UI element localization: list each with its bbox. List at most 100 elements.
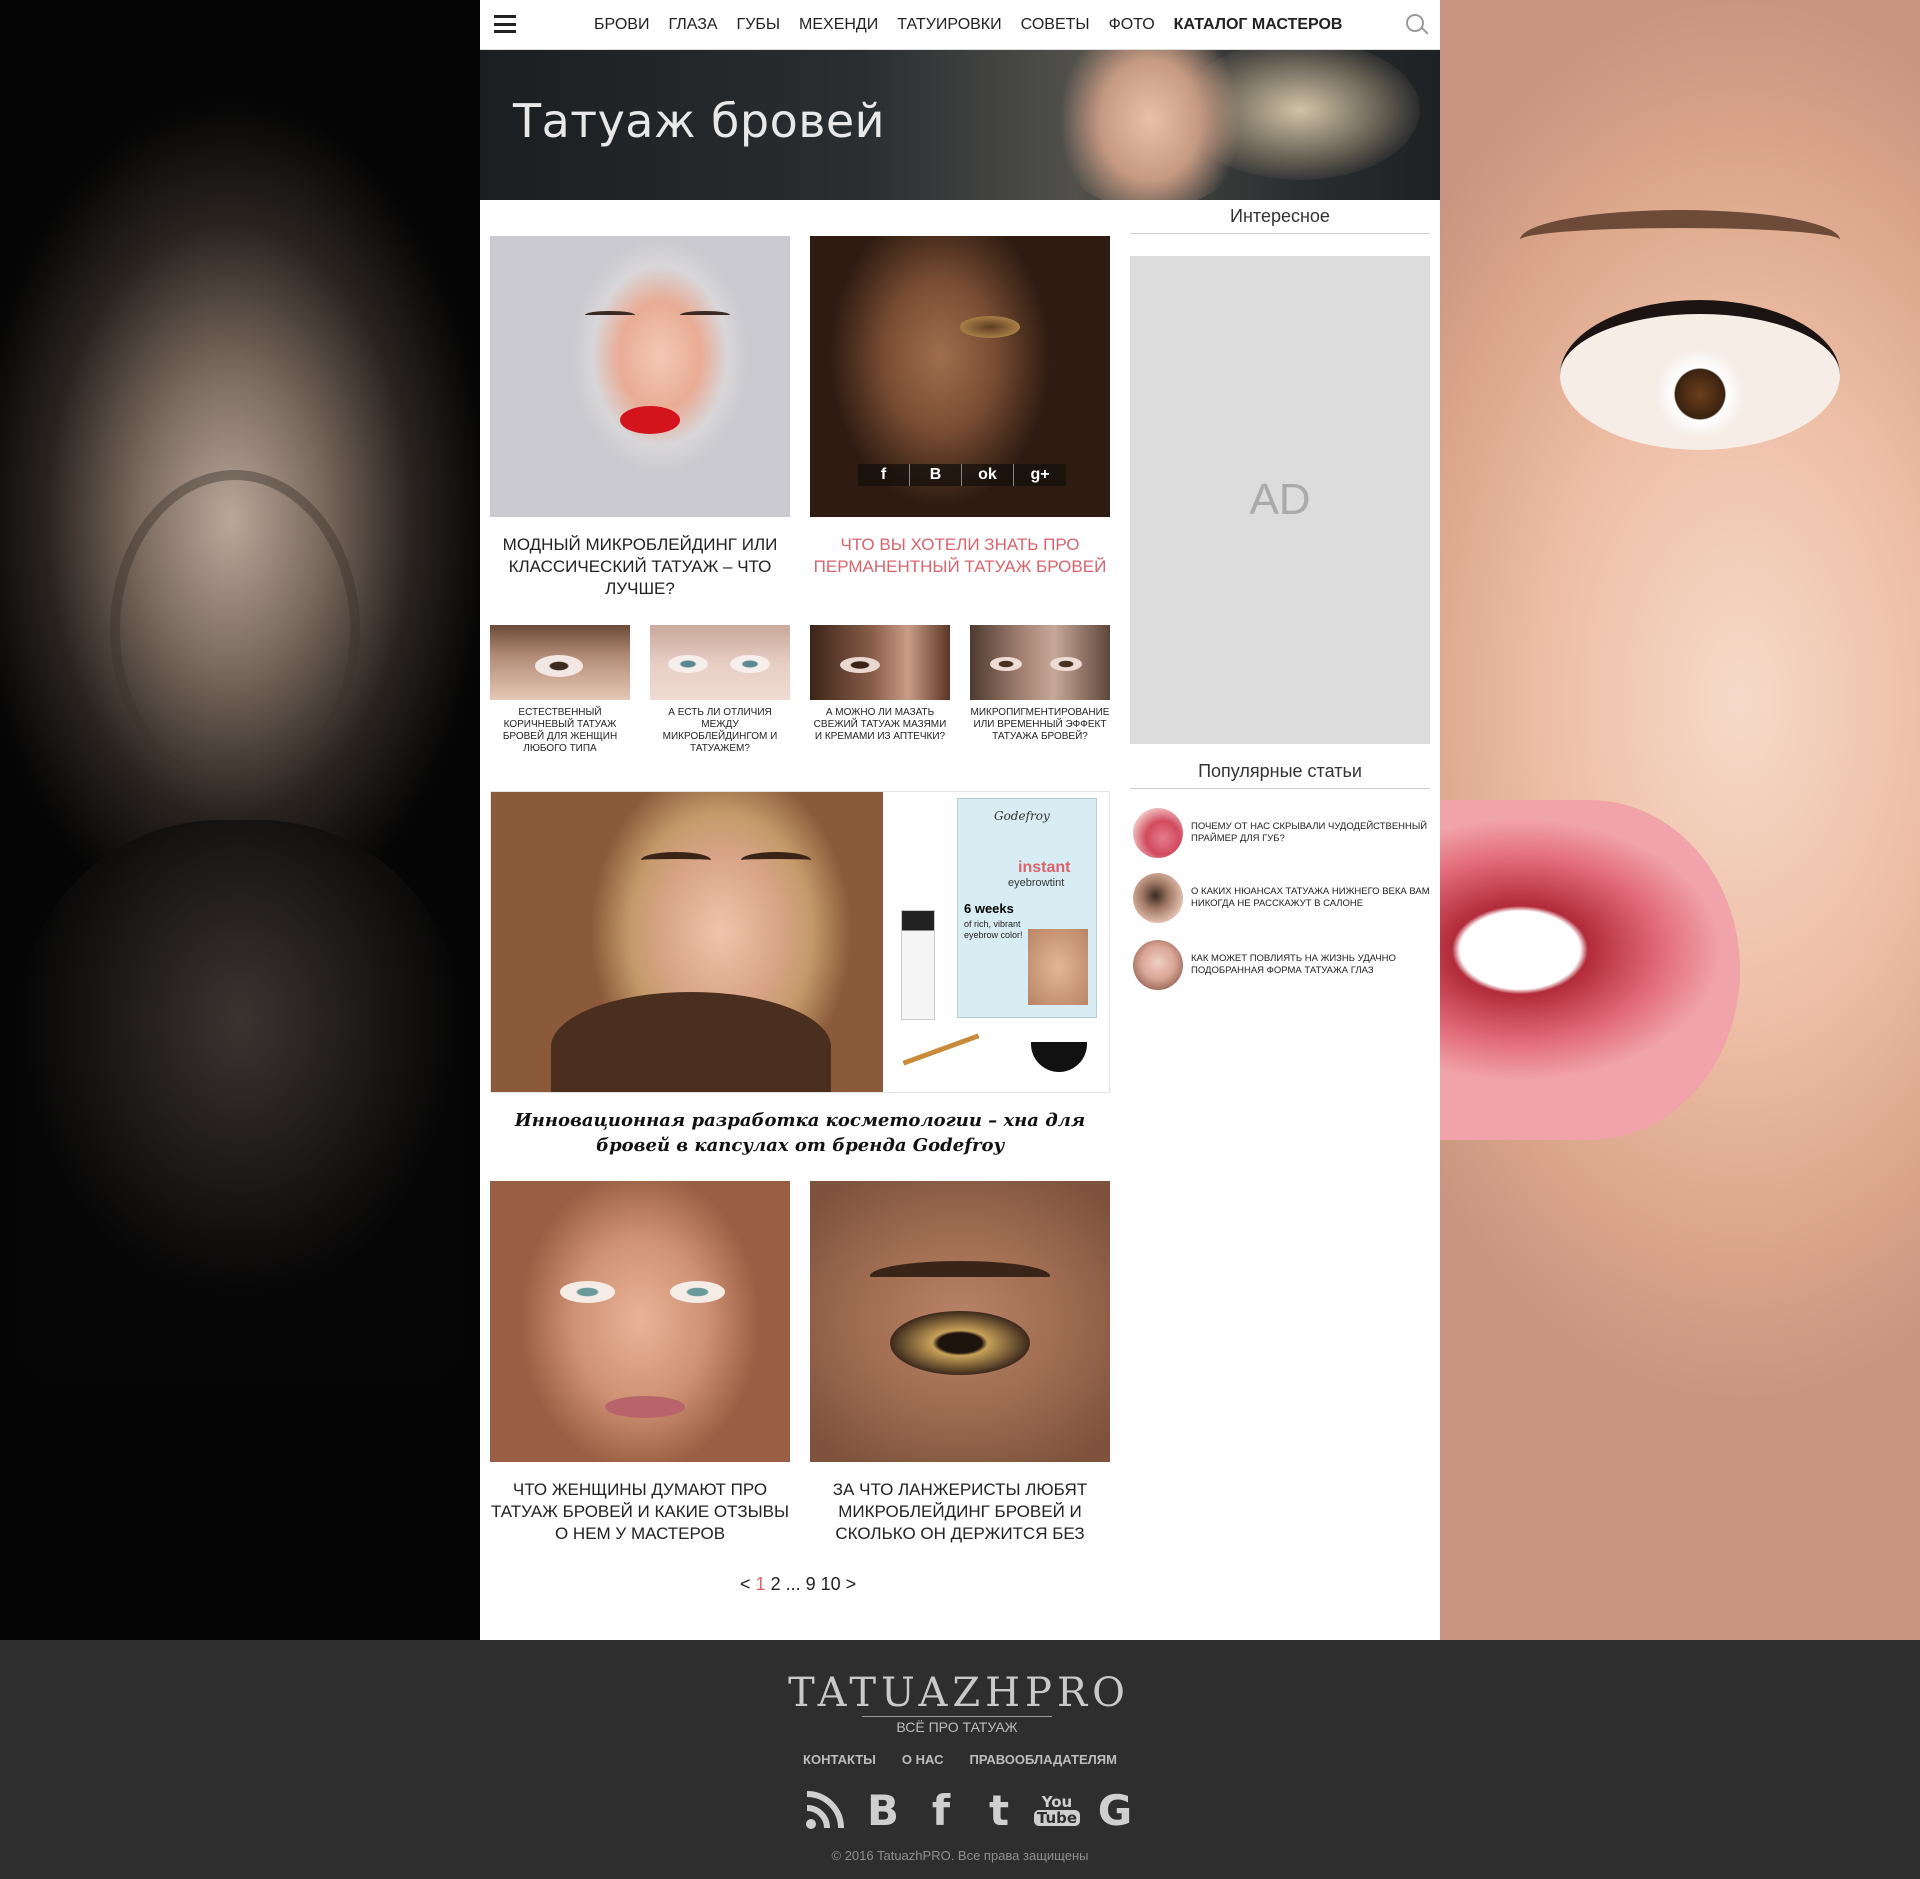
feature-image[interactable]	[491, 792, 883, 1092]
hamburger-icon[interactable]	[494, 15, 516, 33]
nav-mehendi[interactable]: МЕХЕНДИ	[799, 16, 878, 34]
nav-brovi[interactable]: БРОВИ	[594, 16, 649, 34]
popular-item[interactable]: КАК МОЖЕТ ПОВЛИЯТЬ НА ЖИЗНЬ УДАЧНО ПОДОБ…	[1133, 940, 1431, 990]
pagination-next[interactable]: >	[846, 1574, 857, 1594]
banner-face-shape	[1040, 50, 1260, 200]
article-image[interactable]	[810, 1181, 1110, 1462]
footer: TATUAZHPRO ВСЁ ПРО ТАТУАЖ КОНТАКТЫ О НАС…	[0, 1640, 1920, 1879]
small-article-card[interactable]: А МОЖНО ЛИ МАЗАТЬ СВЕЖИЙ ТАТУАЖ МАЗЯМИ И…	[810, 625, 950, 760]
popular-item[interactable]: ПОЧЕМУ ОТ НАС СКРЫВАЛИ ЧУДОДЕЙСТВЕННЫЙ П…	[1133, 808, 1431, 858]
small-article-card[interactable]: ЕСТЕСТВЕННЫЙ КОРИЧНЕВЫЙ ТАТУАЖ БРОВЕЙ ДЛ…	[490, 625, 630, 760]
article-title[interactable]: ЗА ЧТО ЛАНЖЕРИСТЫ ЛЮБЯТ МИКРОБЛЕЙДИНГ БР…	[810, 1479, 1110, 1545]
nav-tatuirovki[interactable]: ТАТУИРОВКИ	[897, 16, 1001, 34]
facebook-icon[interactable]: f	[858, 464, 910, 486]
product-face-image	[1028, 929, 1088, 1005]
article-title[interactable]: ЕСТЕСТВЕННЫЙ КОРИЧНЕВЫЙ ТАТУАЖ БРОВЕЙ ДЛ…	[490, 707, 630, 755]
eye-shape	[560, 1281, 615, 1303]
google-icon[interactable]: G	[1095, 1785, 1135, 1835]
twitter-icon[interactable]: t	[979, 1785, 1019, 1835]
interesting-heading: Интересное	[1130, 206, 1430, 234]
mixing-bowl-shape	[1031, 1042, 1087, 1072]
product-line4: of rich, vibrant eyebrow color!	[964, 919, 1023, 940]
product-package: Godefroy instant eyebrowtint 6 weeks of …	[957, 798, 1097, 1018]
mouth-shape	[1440, 800, 1740, 1140]
article-image[interactable]	[650, 625, 790, 700]
article-image[interactable]	[490, 625, 630, 700]
rss-icon[interactable]	[805, 1785, 845, 1835]
article-card[interactable]: МОДНЫЙ МИКРОБЛЕЙДИНГ ИЛИ КЛАССИЧЕСКИЙ ТА…	[490, 236, 790, 616]
article-image[interactable]	[810, 625, 950, 700]
article-title[interactable]: МОДНЫЙ МИКРОБЛЕЙДИНГ ИЛИ КЛАССИЧЕСКИЙ ТА…	[490, 534, 790, 600]
product-brand: Godefroy	[994, 809, 1050, 823]
ad-label: AD	[1249, 475, 1311, 524]
small-article-card[interactable]: А ЕСТЬ ЛИ ОТЛИЧИЯ МЕЖДУ МИКРОБЛЕЙДИНГОМ …	[650, 625, 790, 760]
article-image[interactable]	[490, 236, 790, 517]
top-navigation: БРОВИ ГЛАЗА ГУБЫ МЕХЕНДИ ТАТУИРОВКИ СОВЕ…	[480, 0, 1440, 50]
nav-foto[interactable]: ФОТО	[1109, 16, 1155, 34]
google-plus-icon[interactable]: g+	[1014, 464, 1066, 486]
pagination: < 1 2 ... 9 10 >	[740, 1574, 856, 1595]
nav-links: БРОВИ ГЛАЗА ГУБЫ МЕХЕНДИ ТАТУИРОВКИ СОВЕ…	[594, 0, 1361, 50]
nav-glaza[interactable]: ГЛАЗА	[668, 16, 717, 34]
article-image[interactable]	[970, 625, 1110, 700]
brow-shape	[641, 852, 711, 868]
popular-thumb[interactable]	[1133, 940, 1183, 990]
pagination-pages[interactable]: 2 ... 9 10	[771, 1574, 841, 1594]
article-title[interactable]: ЧТО ЖЕНЩИНЫ ДУМАЮТ ПРО ТАТУАЖ БРОВЕЙ И К…	[490, 1479, 790, 1545]
eye-shape	[668, 655, 708, 673]
ad-block[interactable]: AD	[1130, 256, 1430, 744]
product-line2: eyebrowtint	[1008, 877, 1065, 889]
footer-tagline: ВСЁ ПРО ТАТУАЖ	[862, 1716, 1052, 1735]
vk-icon[interactable]: B	[910, 464, 962, 486]
article-image[interactable]	[490, 1181, 790, 1462]
popular-item[interactable]: О КАКИХ НЮАНСАХ ТАТУАЖА НИЖНЕГО ВЕКА ВАМ…	[1133, 873, 1431, 923]
article-card[interactable]: f B ok g+ ЧТО ВЫ ХОТЕЛИ ЗНАТЬ ПРО ПЕРМАН…	[810, 236, 1110, 616]
popular-title[interactable]: ПОЧЕМУ ОТ НАС СКРЫВАЛИ ЧУДОДЕЙСТВЕННЫЙ П…	[1191, 821, 1431, 845]
right-background-image	[1440, 0, 1920, 1640]
nav-guby[interactable]: ГУБЫ	[737, 16, 781, 34]
article-title[interactable]: А МОЖНО ЛИ МАЗАТЬ СВЕЖИЙ ТАТУАЖ МАЗЯМИ И…	[810, 707, 950, 743]
popular-heading: Популярные статьи	[1130, 761, 1430, 789]
vk-icon[interactable]: В	[863, 1785, 903, 1835]
footer-socials: В f t You Tube G	[805, 1785, 1135, 1835]
eye-shape	[1560, 300, 1840, 450]
popular-title[interactable]: КАК МОЖЕТ ПОВЛИЯТЬ НА ЖИЗНЬ УДАЧНО ПОДОБ…	[1191, 953, 1431, 977]
copyright: © 2016 TatuazhPRO. Все права защищены	[831, 1848, 1089, 1863]
search-icon[interactable]	[1406, 14, 1424, 32]
footer-links: КОНТАКТЫ О НАС ПРАВООБЛАДАТЕЛЯМ	[0, 1752, 1920, 1767]
corset-shape	[20, 820, 460, 1380]
article-card[interactable]: ЧТО ЖЕНЩИНЫ ДУМАЮТ ПРО ТАТУАЖ БРОВЕЙ И К…	[490, 1181, 790, 1551]
youtube-icon[interactable]: You Tube	[1033, 1785, 1081, 1835]
footer-link-about[interactable]: О НАС	[902, 1752, 944, 1767]
footer-logo[interactable]: TATUAZHPRO	[782, 1670, 1136, 1716]
bottle-shape	[901, 910, 935, 1020]
footer-link-copyright-holders[interactable]: ПРАВООБЛАДАТЕЛЯМ	[969, 1752, 1116, 1767]
pagination-prev[interactable]: <	[740, 1574, 751, 1594]
small-article-card[interactable]: МИКРОПИГМЕНТИРОВАНИЕ ИЛИ ВРЕМЕННЫЙ ЭФФЕК…	[970, 625, 1110, 760]
article-title[interactable]: МИКРОПИГМЕНТИРОВАНИЕ ИЛИ ВРЕМЕННЫЙ ЭФФЕК…	[970, 707, 1110, 743]
brow-shape	[1520, 210, 1840, 270]
feature-title[interactable]: Инновационная разработка косметологии – …	[490, 1108, 1110, 1158]
tattoo-shape	[110, 470, 360, 790]
scarf-shape	[551, 992, 831, 1092]
popular-thumb[interactable]	[1133, 808, 1183, 858]
popular-title[interactable]: О КАКИХ НЮАНСАХ ТАТУАЖА НИЖНЕГО ВЕКА ВАМ…	[1191, 886, 1431, 910]
article-title[interactable]: ЧТО ВЫ ХОТЕЛИ ЗНАТЬ ПРО ПЕРМАНЕНТНЫЙ ТАТ…	[810, 534, 1110, 578]
brow-shape	[741, 852, 811, 868]
article-image[interactable]: f B ok g+	[810, 236, 1110, 517]
article-card[interactable]: ЗА ЧТО ЛАНЖЕРИСТЫ ЛЮБЯТ МИКРОБЛЕЙДИНГ БР…	[810, 1181, 1110, 1551]
product-line1: instant	[1018, 859, 1071, 876]
eye-shape	[990, 657, 1022, 671]
article-title[interactable]: А ЕСТЬ ЛИ ОТЛИЧИЯ МЕЖДУ МИКРОБЛЕЙДИНГОМ …	[650, 707, 790, 755]
ok-icon[interactable]: ok	[962, 464, 1014, 486]
pagination-current[interactable]: 1	[756, 1574, 766, 1594]
nav-katalog-masterov[interactable]: КАТАЛОГ МАСТЕРОВ	[1174, 16, 1343, 34]
nav-sovety[interactable]: СОВЕТЫ	[1021, 16, 1090, 34]
popular-thumb[interactable]	[1133, 873, 1183, 923]
eye-shape	[960, 316, 1020, 338]
footer-link-contacts[interactable]: КОНТАКТЫ	[803, 1752, 876, 1767]
facebook-icon[interactable]: f	[921, 1785, 961, 1835]
brow-shape	[870, 1261, 1050, 1291]
feature-card[interactable]: Godefroy instant eyebrowtint 6 weeks of …	[490, 791, 1110, 1093]
page-title: Татуаж бровей	[513, 94, 886, 148]
